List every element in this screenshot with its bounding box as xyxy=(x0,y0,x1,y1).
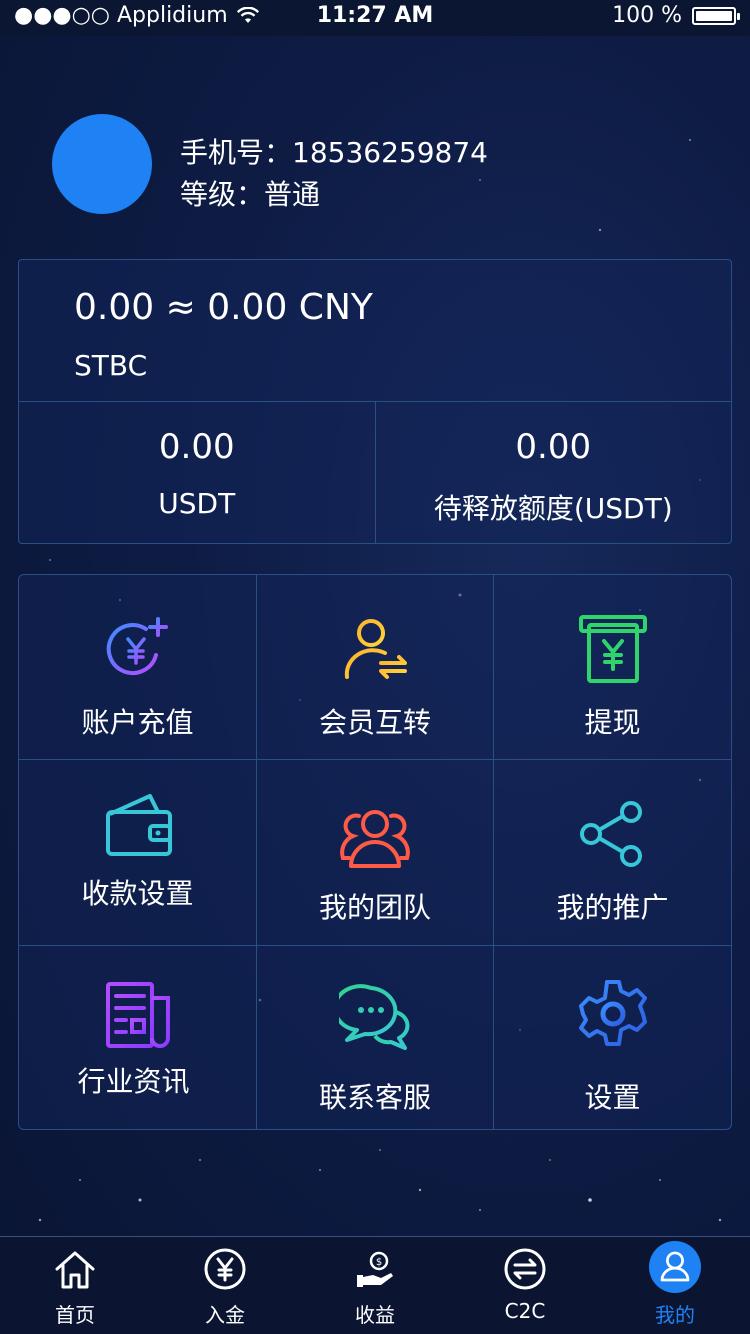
menu-label: 账户充值 xyxy=(81,706,194,739)
tab-home[interactable]: 首页 xyxy=(0,1237,150,1334)
battery-icon xyxy=(692,6,740,25)
menu-item-customer-service[interactable]: 联系客服 xyxy=(257,946,494,1129)
balance-card: 0.00 ≈ 0.00 CNY STBC 0.00 USDT 0.00 待释放额… xyxy=(18,259,732,544)
svg-text:$: $ xyxy=(376,1257,382,1268)
menu-label: 联系客服 xyxy=(318,1081,431,1114)
function-menu: 账户充值 会员互转 提现 收款设置 我的团队 我的推广 行业资讯 联系客服 设置 xyxy=(18,574,732,1130)
tab-label: 首页 xyxy=(55,1303,95,1327)
menu-item-recharge[interactable]: 账户充值 xyxy=(19,575,257,760)
usdt-value: 0.00 xyxy=(158,427,235,467)
hand-coin-icon: $ xyxy=(357,1251,393,1287)
balance-summary: 0.00 ≈ 0.00 CNY STBC xyxy=(19,260,731,402)
pending-value: 0.00 xyxy=(515,427,592,467)
usdt-label: USDT xyxy=(158,487,236,520)
newspaper-icon xyxy=(105,982,170,1048)
tab-label: C2C xyxy=(504,1299,546,1323)
yen-circle-icon xyxy=(204,1248,246,1290)
tab-bar: 首页 入金 $ 收益 C2C 我的 xyxy=(0,1236,750,1334)
menu-item-payment-settings[interactable]: 收款设置 xyxy=(19,760,257,946)
menu-item-industry-news[interactable]: 行业资讯 xyxy=(19,946,257,1129)
tab-label: 入金 xyxy=(205,1303,245,1327)
usdt-balance: 0.00 USDT xyxy=(19,402,375,543)
menu-item-withdraw[interactable]: 提现 xyxy=(494,575,731,760)
share-icon xyxy=(579,801,642,867)
menu-label: 我的推广 xyxy=(556,891,669,924)
exchange-icon xyxy=(504,1248,546,1290)
battery-percent: 100 % xyxy=(612,3,682,28)
member-level: 等级：普通 xyxy=(180,178,321,211)
tab-deposit[interactable]: 入金 xyxy=(150,1237,300,1334)
menu-label: 我的团队 xyxy=(318,891,431,924)
balance-main-value: 0.00 ≈ 0.00 CNY xyxy=(74,287,373,328)
tab-earnings[interactable]: $ 收益 xyxy=(300,1237,450,1334)
gear-icon xyxy=(578,980,647,1046)
tab-c2c[interactable]: C2C xyxy=(450,1237,600,1334)
tab-label: 收益 xyxy=(355,1303,395,1327)
tab-label: 我的 xyxy=(655,1303,695,1327)
withdraw-yen-icon xyxy=(578,615,647,683)
phone-number: 手机号：18536259874 xyxy=(180,136,488,169)
menu-item-my-promotion[interactable]: 我的推广 xyxy=(494,760,731,946)
profile-info: 手机号：18536259874 等级：普通 xyxy=(180,132,488,216)
team-icon xyxy=(340,810,410,868)
menu-label: 会员互转 xyxy=(318,706,431,739)
user-icon xyxy=(649,1241,701,1293)
menu-item-member-transfer[interactable]: 会员互转 xyxy=(257,575,494,760)
user-transfer-icon xyxy=(344,619,407,679)
menu-label: 提现 xyxy=(584,706,641,739)
chat-bubbles-icon xyxy=(339,984,410,1050)
menu-label: 收款设置 xyxy=(81,877,194,910)
menu-item-settings[interactable]: 设置 xyxy=(494,946,731,1129)
tab-mine[interactable]: 我的 xyxy=(600,1237,750,1334)
recharge-yen-plus-icon xyxy=(106,617,168,676)
menu-label: 行业资讯 xyxy=(77,1065,190,1098)
avatar[interactable] xyxy=(52,114,152,214)
home-icon xyxy=(55,1251,95,1289)
pending-balance: 0.00 待释放额度(USDT) xyxy=(374,402,732,543)
menu-label: 设置 xyxy=(584,1081,641,1114)
balance-currency-label: STBC xyxy=(74,349,148,382)
status-bar: ●●●○○ Applidium 11:27 AM 100 % xyxy=(0,0,750,36)
wallet-icon xyxy=(105,794,172,856)
pending-label: 待释放额度(USDT) xyxy=(433,492,673,525)
status-battery-group: 100 % xyxy=(612,3,740,28)
menu-item-my-team[interactable]: 我的团队 xyxy=(257,760,494,946)
